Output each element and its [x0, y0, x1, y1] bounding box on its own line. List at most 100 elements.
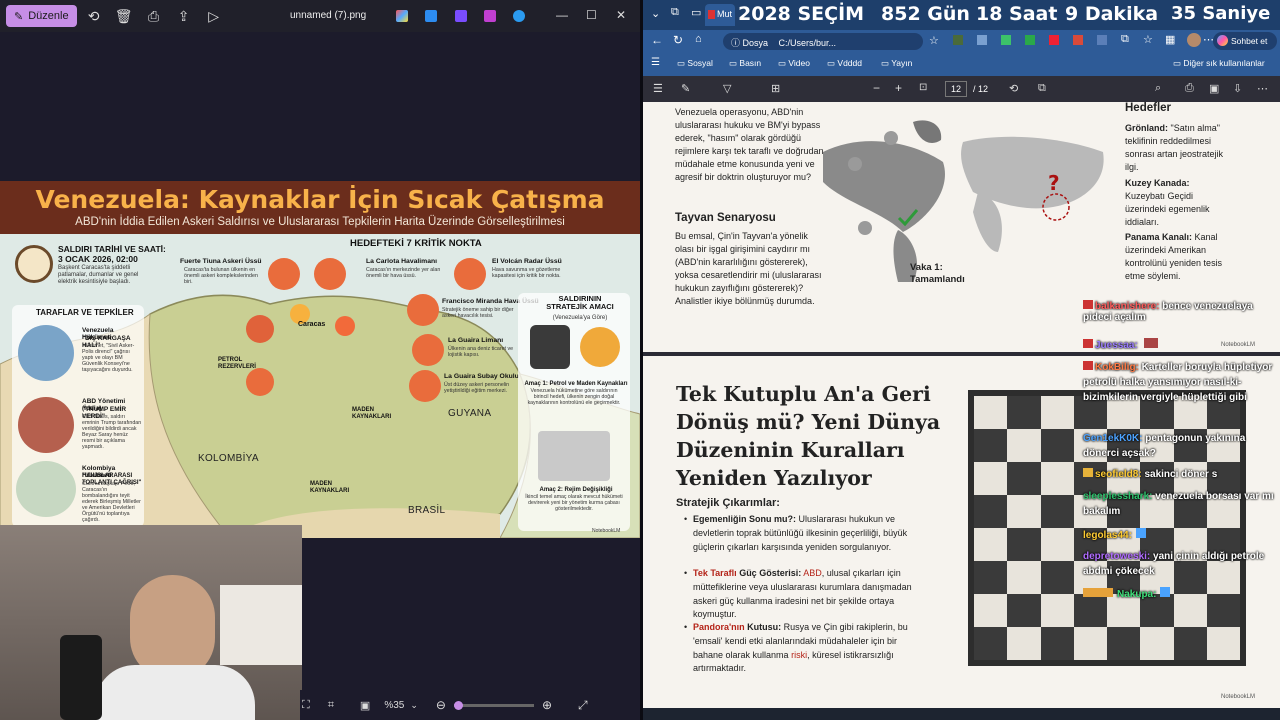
draw-icon[interactable]: ▽ — [723, 82, 731, 95]
world-map: ? — [823, 120, 1104, 282]
bullet-dot: • — [684, 622, 688, 632]
active-tab[interactable]: Mut — [705, 4, 735, 26]
extension-icon[interactable] — [1001, 35, 1011, 45]
target-desc: Hava savunma ve gözetleme kapasitesi içi… — [492, 267, 561, 280]
fullscreen-icon[interactable]: ⤢ — [578, 698, 588, 713]
pdf-icon — [708, 10, 715, 19]
zoom-level[interactable]: %35 — [384, 700, 404, 711]
zoom-in-icon[interactable]: + — [895, 81, 902, 95]
back-icon[interactable]: ← — [651, 33, 663, 47]
search-icon[interactable]: ⌕ — [1155, 82, 1161, 95]
chat-user: Juessaa: — [1095, 340, 1138, 351]
extension-icon[interactable] — [1097, 35, 1107, 45]
pdf-toolbar: ☰ ✎ ▽ ⊞ − + ⊡ 12 / 12 ⟲ ⧉ ⌕ ⎙ ▣ ⇩ ⋯ — [643, 76, 1280, 102]
purpose-subtitle: (Venezuela'ya Göre) — [552, 315, 608, 321]
file-name: unnamed (7).png — [290, 10, 367, 21]
zoom-slider[interactable] — [453, 700, 534, 710]
chevron-down-icon[interactable]: ⌄ — [410, 700, 418, 711]
split-screen-icon[interactable]: ⧉ — [1121, 33, 1129, 46]
print-icon[interactable]: ⎙ — [141, 5, 167, 27]
minimize-icon[interactable]: — — [556, 8, 568, 22]
contents-icon[interactable]: ☰ — [653, 82, 663, 95]
workspaces-icon[interactable]: ⧉ — [671, 6, 679, 19]
browser-window: ⌄ ⧉ ▭ Mut 2028 SEÇİM 852 Gün 18 Saat 9 D… — [643, 0, 1280, 720]
chessboard-square — [974, 594, 1008, 627]
avatar[interactable] — [1187, 33, 1201, 47]
chessboard-square — [1007, 528, 1041, 561]
more-icon[interactable]: ⋯ — [1257, 82, 1268, 95]
extension-icon[interactable] — [977, 35, 987, 45]
bookmark-folder[interactable]: ▭ Sosyal — [677, 58, 713, 69]
designer-icon[interactable] — [455, 10, 467, 22]
photos-icon[interactable] — [425, 10, 437, 22]
maximize-icon[interactable]: ☐ — [586, 8, 597, 22]
chevron-down-icon[interactable]: ⌄ — [651, 7, 660, 20]
attack-date-desc: Başkent Caracas'ta şiddetli patlamalar, … — [58, 265, 139, 285]
chat-overlay: balkanishere: bence venezuelaya pideci a… — [1083, 300, 1279, 630]
favorite-star-icon[interactable]: ☆ — [929, 34, 939, 47]
target-panama: Panama Kanalı: Kanal üzerindeki Amerikan… — [1125, 232, 1223, 281]
page-number-input[interactable]: 12 — [945, 81, 967, 97]
favorites-icon[interactable]: ☆ — [1143, 33, 1153, 46]
address-bar[interactable]: ⓘ Dosya C:/Users/bur... — [723, 33, 923, 50]
extension-icon[interactable] — [1073, 35, 1083, 45]
fit-page-icon[interactable]: ⊡ — [919, 82, 927, 93]
rotate-icon[interactable]: ⟲ — [81, 5, 107, 27]
target-name: El Volcán Radar Üssü — [492, 258, 562, 265]
zoom-out-icon[interactable]: − — [873, 81, 880, 95]
zoom-in-icon[interactable]: ⊕ — [542, 698, 552, 712]
refresh-icon[interactable]: ↻ — [673, 33, 683, 47]
other-bookmarks[interactable]: ▭ Diğer sık kullanılanlar — [1173, 58, 1265, 69]
countdown-seconds: 35 Saniye — [1171, 3, 1271, 24]
folder-icon: ▭ — [677, 58, 688, 68]
target-name: La Carlota Havalimanı — [366, 258, 438, 265]
print-icon[interactable]: ⎙ — [1185, 82, 1194, 95]
copilot-icon[interactable] — [396, 10, 408, 22]
scrollbar-track[interactable] — [643, 708, 1280, 720]
home-icon[interactable]: ⌂ — [695, 33, 702, 45]
bookmark-folder[interactable]: ▭ Basın — [729, 58, 761, 69]
rotate-icon[interactable]: ⟲ — [1009, 82, 1018, 95]
save-as-icon[interactable]: ⇩ — [1233, 82, 1242, 95]
close-icon[interactable]: ✕ — [616, 8, 626, 22]
targets-title: HEDEFTEKİ 7 KRİTİK NOKTA — [350, 238, 482, 249]
target-marker — [409, 370, 441, 402]
reading-list-icon[interactable]: ☰ — [651, 57, 660, 68]
share-icon[interactable]: ⇪ — [171, 5, 197, 27]
save-icon[interactable]: ▣ — [1209, 82, 1219, 95]
question-badge — [858, 221, 872, 235]
parties-title: TARAFLAR VE TEPKİLER — [36, 308, 134, 317]
extension-icon[interactable] — [1049, 35, 1059, 45]
map-label-guyana: GUYANA — [448, 408, 492, 419]
read-aloud-icon[interactable]: ⊞ — [771, 82, 780, 95]
webcam-feed — [0, 525, 302, 720]
chessboard-square — [1073, 627, 1107, 660]
map-label-caracas: Caracas — [298, 321, 326, 328]
actual-size-icon[interactable]: ▣ — [360, 699, 370, 712]
slideshow-icon[interactable]: ▷ — [201, 5, 227, 27]
zoom-out-icon[interactable]: ⊖ — [436, 698, 446, 712]
bookmark-folder[interactable]: ▭ Video — [778, 58, 810, 69]
edit-button-label: Düzenle — [28, 10, 69, 22]
delete-icon[interactable]: 🗑 — [111, 5, 137, 27]
chat-user: Nakupa: — [1117, 589, 1157, 600]
zoom-slider-thumb[interactable] — [453, 700, 463, 710]
bookmark-folder[interactable]: ▭ Yayın — [881, 58, 912, 69]
badge-icon — [1083, 588, 1113, 597]
collections-icon[interactable]: ▦ — [1165, 33, 1175, 46]
extension-icon[interactable] — [953, 35, 963, 45]
page-view-icon[interactable]: ⧉ — [1038, 82, 1046, 95]
onedrive-icon[interactable] — [513, 10, 525, 22]
tab-actions-icon[interactable]: ▭ — [691, 6, 701, 19]
extension-icon[interactable] — [1025, 35, 1035, 45]
section-heading: Stratejik Çıkarımlar: — [676, 497, 780, 509]
oil-barrel-icon — [530, 325, 570, 369]
clipchamp-icon[interactable] — [484, 10, 496, 22]
bookmark-folder[interactable]: ▭ Vdddd — [827, 58, 862, 69]
fit-icon[interactable]: ⛶ — [302, 699, 310, 712]
crop-icon[interactable]: ⌗ — [328, 699, 334, 712]
highlight-icon[interactable]: ✎ — [681, 82, 690, 95]
map-label-colombia: KOLOMBİYA — [198, 453, 259, 464]
chat-button[interactable]: Sohbet et — [1213, 32, 1277, 50]
edit-button[interactable]: ✎ Düzenle — [6, 5, 77, 27]
